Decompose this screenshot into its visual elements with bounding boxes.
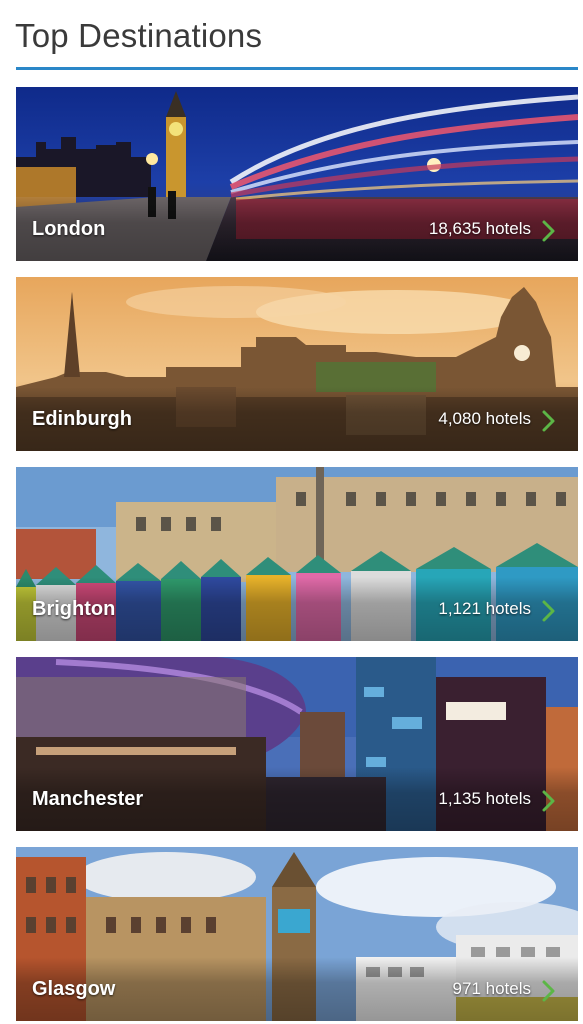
- chevron-right-icon: [542, 410, 555, 432]
- destination-card-glasgow[interactable]: Glasgow 971 hotels: [16, 847, 578, 1021]
- hotel-count: 18,635 hotels: [428, 219, 531, 238]
- page-title: Top Destinations: [15, 17, 263, 54]
- destination-card-edinburgh[interactable]: Edinburgh 4,080 hotels: [16, 277, 578, 451]
- destination-card-brighton[interactable]: Brighton 1,121 hotels: [16, 467, 578, 641]
- chevron-right-icon: [542, 220, 555, 242]
- title-underline: [16, 67, 578, 70]
- chevron-right-icon: [542, 980, 555, 1002]
- hotel-count: 1,135 hotels: [438, 789, 531, 808]
- destination-name: Manchester: [32, 788, 144, 810]
- chevron-right-icon: [542, 790, 555, 812]
- destination-name: Edinburgh: [32, 408, 132, 430]
- destination-name: Brighton: [32, 598, 116, 620]
- header: Top Destinations: [0, 0, 583, 72]
- hotel-count: 4,080 hotels: [438, 409, 531, 428]
- destination-card-manchester[interactable]: Manchester 1,135 hotels: [16, 657, 578, 831]
- hotel-count: 1,121 hotels: [438, 599, 531, 618]
- chevron-right-icon: [542, 600, 555, 622]
- hotel-count: 971 hotels: [452, 979, 531, 998]
- top-destinations-screen: Top Destinations London 18,635 hotels Ed…: [0, 0, 583, 1024]
- destination-card-london[interactable]: London 18,635 hotels: [16, 87, 578, 261]
- destination-name: London: [32, 218, 106, 240]
- destination-name: Glasgow: [32, 978, 116, 1000]
